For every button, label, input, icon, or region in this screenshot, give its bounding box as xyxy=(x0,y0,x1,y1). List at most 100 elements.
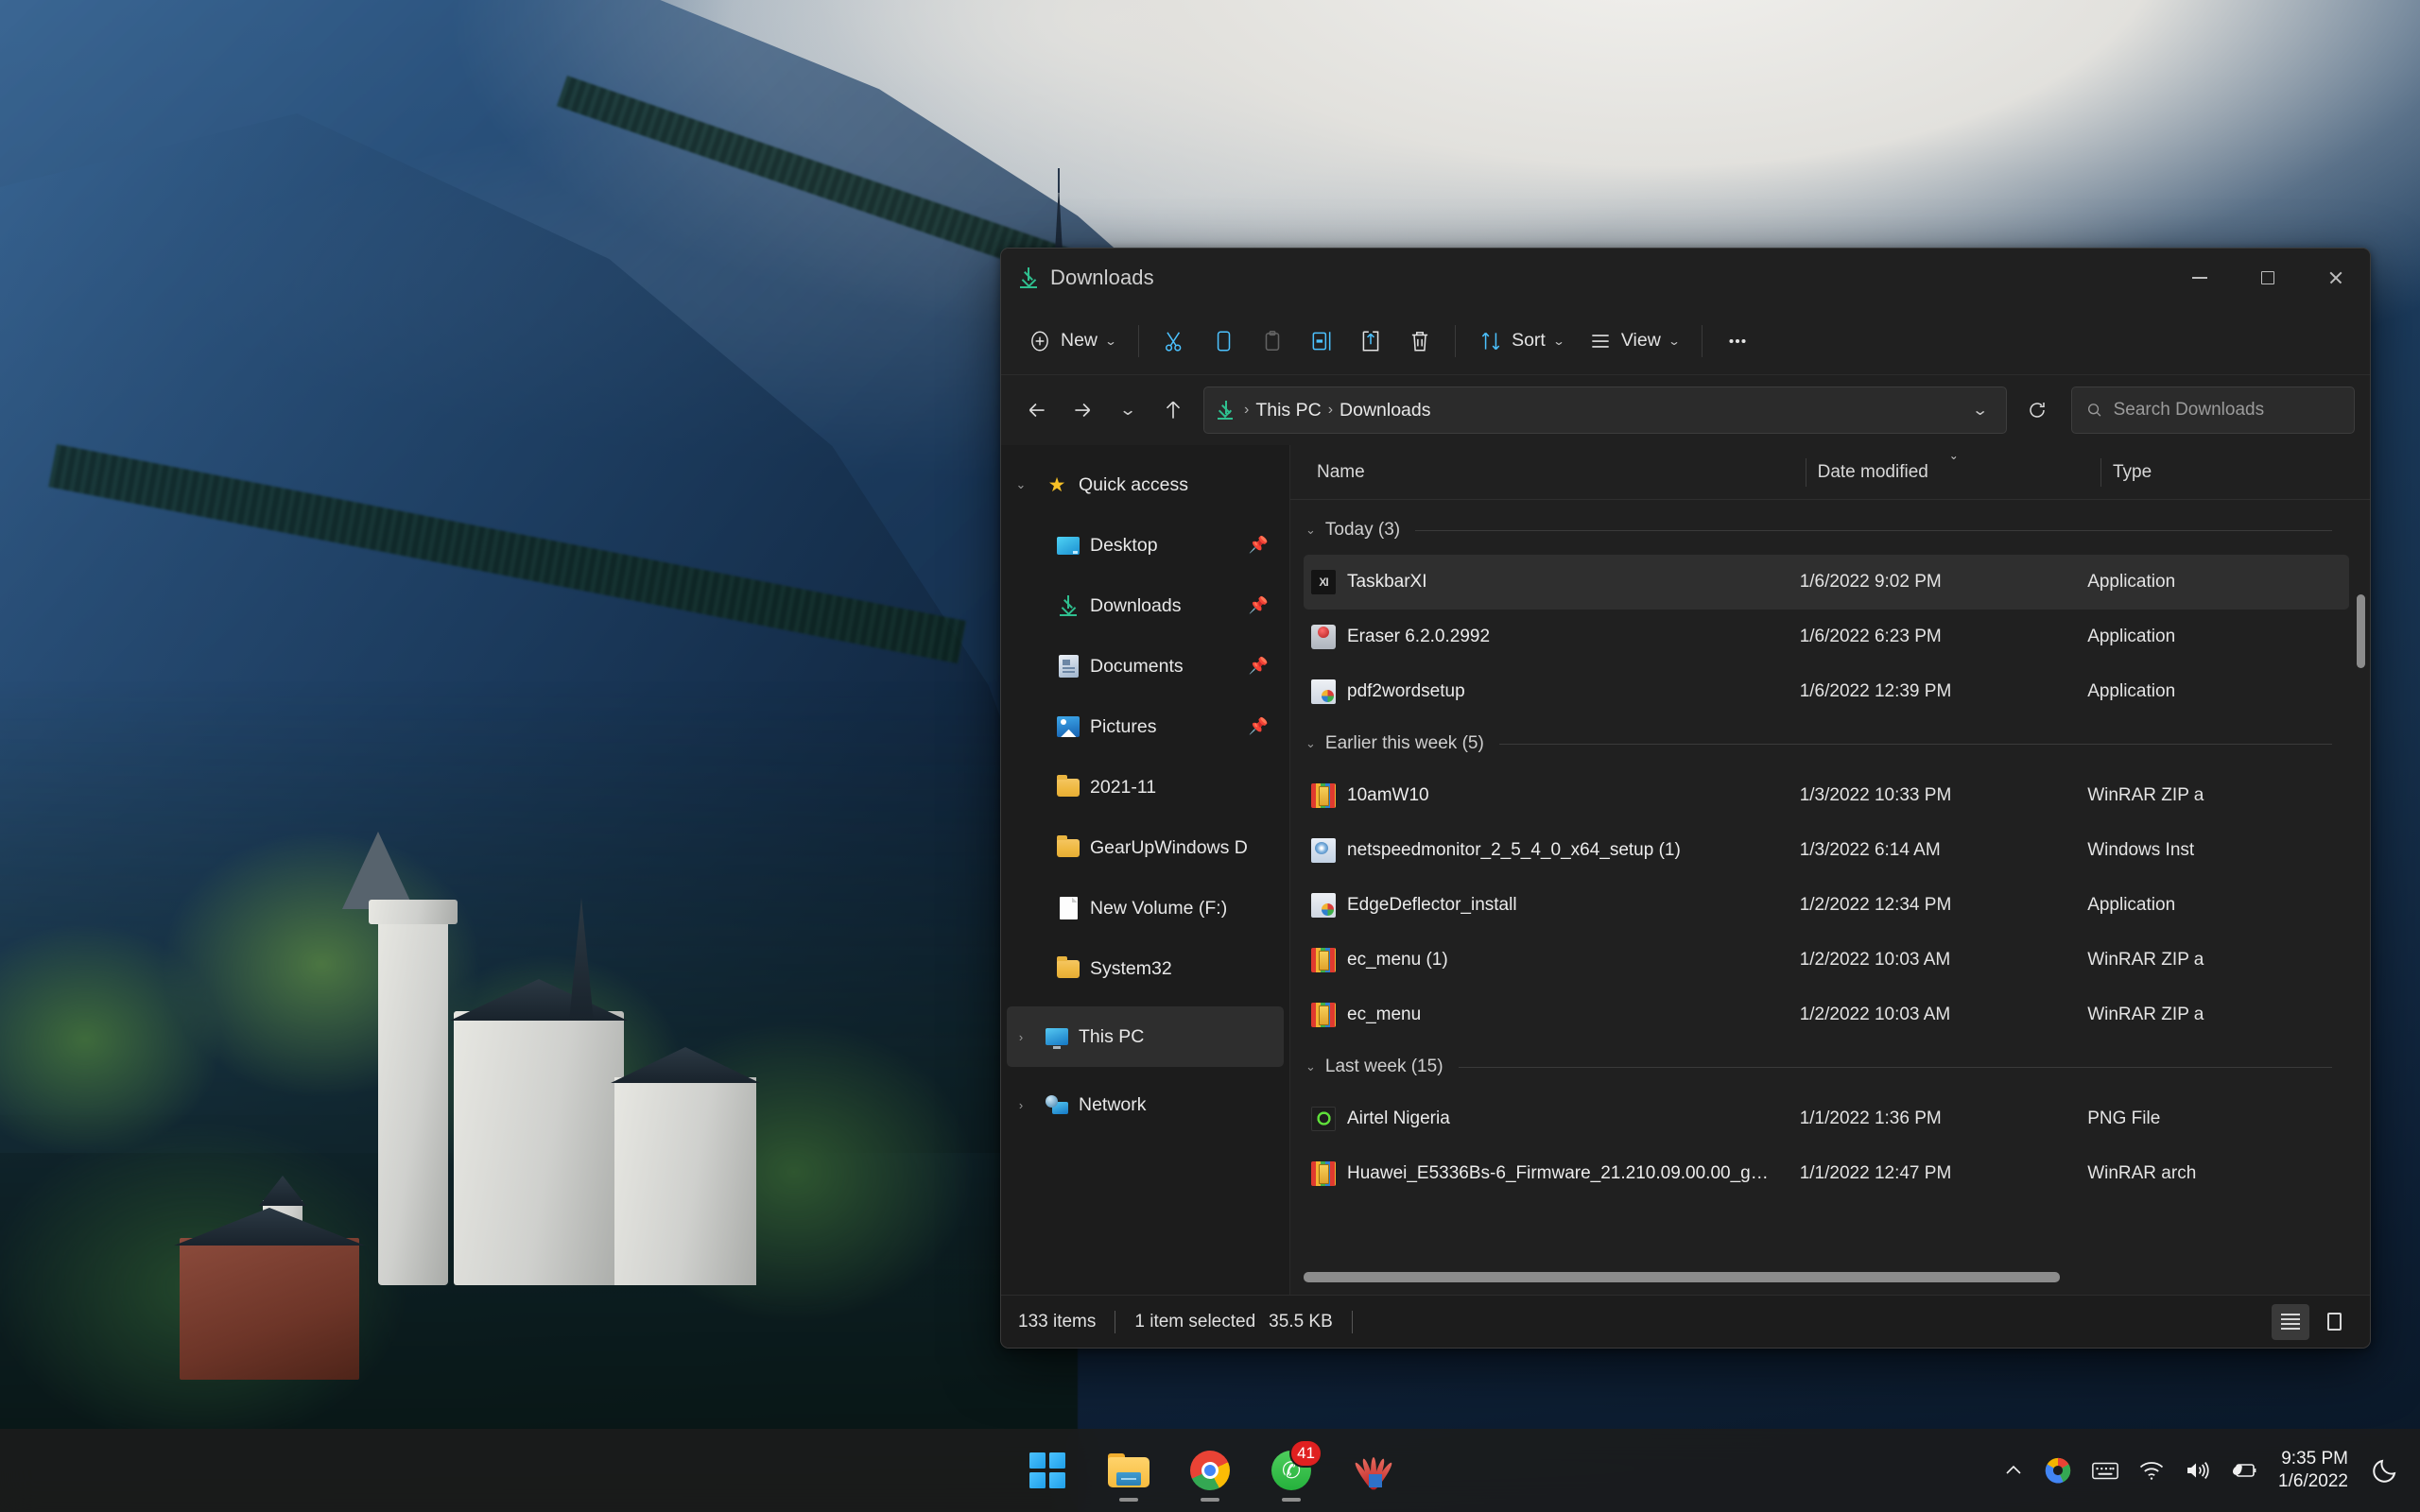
close-button[interactable] xyxy=(2302,249,2370,307)
volume-tray-button[interactable] xyxy=(2184,1459,2210,1482)
new-button[interactable]: New ⌄ xyxy=(1016,318,1127,364)
search-input[interactable] xyxy=(2113,400,2341,421)
chevron-down-icon[interactable]: ⌄ xyxy=(1305,523,1316,538)
sidebar-item-new-volume-f[interactable]: New Volume (F:) xyxy=(1007,878,1284,938)
table-row[interactable]: ec_menu 1/2/2022 10:03 AM WinRAR ZIP a xyxy=(1304,988,2349,1042)
table-row[interactable]: 10amW10 1/3/2022 10:33 PM WinRAR ZIP a xyxy=(1304,768,2349,823)
table-row[interactable]: Eraser 6.2.0.2992 1/6/2022 6:23 PM Appli… xyxy=(1304,610,2349,664)
table-row[interactable]: ec_menu (1) 1/2/2022 10:03 AM WinRAR ZIP… xyxy=(1304,933,2349,988)
start-button[interactable] xyxy=(1013,1436,1081,1504)
chevron-down-icon[interactable]: ⌄ xyxy=(1305,736,1316,751)
edge-tray-icon[interactable] xyxy=(2044,1456,2072,1485)
breadcrumb-item-downloads[interactable]: Downloads xyxy=(1340,400,1430,421)
sidebar-item-network[interactable]: › Network xyxy=(1007,1074,1284,1135)
chevron-down-icon[interactable]: ⌄ xyxy=(1007,477,1035,492)
pin-icon[interactable]: 📌 xyxy=(1249,596,1269,615)
pin-icon[interactable]: 📌 xyxy=(1249,657,1269,676)
horizontal-scrollbar[interactable] xyxy=(1304,1268,2349,1289)
sidebar-item-documents[interactable]: Documents 📌 xyxy=(1007,636,1284,696)
pin-icon[interactable]: 📌 xyxy=(1249,536,1269,555)
chrome-taskbar-button[interactable] xyxy=(1176,1436,1244,1504)
group-header-earlier-this-week[interactable]: ⌄ Earlier this week (5) xyxy=(1290,719,2370,768)
show-hidden-icons-button[interactable] xyxy=(2002,1459,2025,1482)
folder-icon xyxy=(1056,834,1080,860)
rename-button[interactable] xyxy=(1298,318,1345,364)
vertical-scrollbar[interactable] xyxy=(2355,560,2366,1225)
sidebar-item-2021-11[interactable]: 2021-11 xyxy=(1007,757,1284,817)
file-explorer-window[interactable]: Downloads New ⌄ Sort ⌄ View ⌄ ⌄ › This P… xyxy=(1000,248,2371,1349)
see-more-button[interactable] xyxy=(1714,318,1761,364)
whatsapp-taskbar-button[interactable]: 41 xyxy=(1257,1436,1325,1504)
breadcrumb-item-this-pc[interactable]: This PC xyxy=(1255,400,1321,421)
refresh-button[interactable] xyxy=(2016,389,2058,431)
search-box[interactable] xyxy=(2071,387,2355,434)
eraser-icon xyxy=(1311,625,1336,649)
paste-button[interactable] xyxy=(1249,318,1296,364)
delete-button[interactable] xyxy=(1396,318,1443,364)
taskbar-center-group[interactable]: 41 xyxy=(1013,1436,1407,1504)
table-row[interactable]: Airtel Nigeria 1/1/2022 1:36 PM PNG File xyxy=(1304,1091,2349,1146)
search-icon xyxy=(2088,404,2101,417)
chevron-down-icon[interactable]: ⌄ xyxy=(1305,1059,1316,1074)
up-button[interactable] xyxy=(1152,389,1194,431)
clock[interactable]: 9:35 PM 1/6/2022 xyxy=(2278,1448,2348,1493)
details-view-button[interactable] xyxy=(2272,1303,2309,1340)
share-button[interactable] xyxy=(1347,318,1394,364)
column-header-type[interactable]: Type xyxy=(2101,445,2370,500)
sidebar-group-quick-access[interactable]: ⌄ ★ Quick access xyxy=(1007,455,1284,515)
sort-button[interactable]: Sort ⌄ xyxy=(1467,318,1575,364)
table-row[interactable]: XI TaskbarXI 1/6/2022 9:02 PM Applicatio… xyxy=(1304,555,2349,610)
forward-button[interactable] xyxy=(1062,389,1103,431)
chevron-right-icon[interactable]: › xyxy=(1007,1098,1035,1112)
column-header-date-modified[interactable]: ⌄ Date modified xyxy=(1806,445,2101,500)
minimize-button[interactable] xyxy=(2166,249,2234,307)
navigation-pane[interactable]: ⌄ ★ Quick access Desktop 📌 Downloads 📌 D… xyxy=(1001,445,1290,1295)
notification-center-button[interactable] xyxy=(2371,1456,2399,1485)
file-explorer-taskbar-button[interactable] xyxy=(1095,1436,1163,1504)
column-headers[interactable]: Name ⌄ Date modified Type xyxy=(1290,445,2370,500)
sidebar-item-system32[interactable]: System32 xyxy=(1007,938,1284,999)
file-type: WinRAR ZIP a xyxy=(2087,1005,2204,1024)
huawei-taskbar-button[interactable] xyxy=(1339,1436,1407,1504)
chevron-right-icon[interactable]: › xyxy=(1007,1030,1035,1044)
sidebar-item-desktop[interactable]: Desktop 📌 xyxy=(1007,515,1284,576)
touch-keyboard-button[interactable] xyxy=(2091,1459,2119,1482)
table-row[interactable]: pdf2wordsetup 1/6/2022 12:39 PM Applicat… xyxy=(1304,664,2349,719)
navigation-bar[interactable]: ⌄ › This PC › Downloads ⌄ xyxy=(1001,375,2370,445)
address-dropdown-button[interactable]: ⌄ xyxy=(1962,392,1998,428)
view-button[interactable]: View ⌄ xyxy=(1577,318,1690,364)
maximize-button[interactable] xyxy=(2234,249,2302,307)
large-icons-view-button[interactable] xyxy=(2315,1304,2353,1340)
table-row[interactable]: netspeedmonitor_2_5_4_0_x64_setup (1) 1/… xyxy=(1304,823,2349,878)
table-row[interactable]: EdgeDeflector_install 1/2/2022 12:34 PM … xyxy=(1304,878,2349,933)
group-header-today[interactable]: ⌄ Today (3) xyxy=(1290,506,2370,555)
file-rows-container[interactable]: ⌄ Today (3) XI TaskbarXI 1/6/2022 9:02 P… xyxy=(1290,500,2370,1268)
file-list-pane[interactable]: Name ⌄ Date modified Type ⌄ Today (3) XI… xyxy=(1290,445,2370,1295)
group-header-last-week[interactable]: ⌄ Last week (15) xyxy=(1290,1042,2370,1091)
battery-tray-button[interactable] xyxy=(2229,1460,2259,1481)
pin-icon[interactable]: 📌 xyxy=(1249,717,1269,736)
sidebar-item-downloads[interactable]: Downloads 📌 xyxy=(1007,576,1284,636)
copy-button[interactable] xyxy=(1200,318,1247,364)
file-icon xyxy=(1056,896,1080,920)
sidebar-item-this-pc[interactable]: › This PC xyxy=(1007,1006,1284,1067)
horizontal-scrollbar-thumb[interactable] xyxy=(1304,1272,2060,1282)
column-header-name[interactable]: Name xyxy=(1305,445,1806,500)
sidebar-item-pictures[interactable]: Pictures 📌 xyxy=(1007,696,1284,757)
table-row[interactable]: Huawei_E5336Bs-6_Firmware_21.210.09.00.0… xyxy=(1304,1146,2349,1201)
sidebar-item-gearupwindows[interactable]: GearUpWindows D xyxy=(1007,817,1284,878)
command-bar[interactable]: New ⌄ Sort ⌄ View ⌄ xyxy=(1001,307,2370,375)
view-toggle-group[interactable] xyxy=(2272,1303,2353,1340)
taskbar[interactable]: 41 xyxy=(0,1429,2420,1512)
recent-locations-button[interactable]: ⌄ xyxy=(1107,389,1149,431)
cut-button[interactable] xyxy=(1150,318,1198,364)
network-tray-button[interactable] xyxy=(2138,1459,2165,1482)
window-titlebar[interactable]: Downloads xyxy=(1001,249,2370,307)
vertical-scrollbar-thumb[interactable] xyxy=(2357,594,2365,668)
back-button[interactable] xyxy=(1016,389,1058,431)
system-tray[interactable]: 9:35 PM 1/6/2022 xyxy=(2002,1448,2399,1493)
breadcrumb[interactable]: › This PC › Downloads xyxy=(1242,400,1957,421)
window-controls[interactable] xyxy=(2166,249,2370,307)
address-bar[interactable]: › This PC › Downloads ⌄ xyxy=(1203,387,2007,434)
sidebar-item-label: This PC xyxy=(1079,1025,1145,1047)
